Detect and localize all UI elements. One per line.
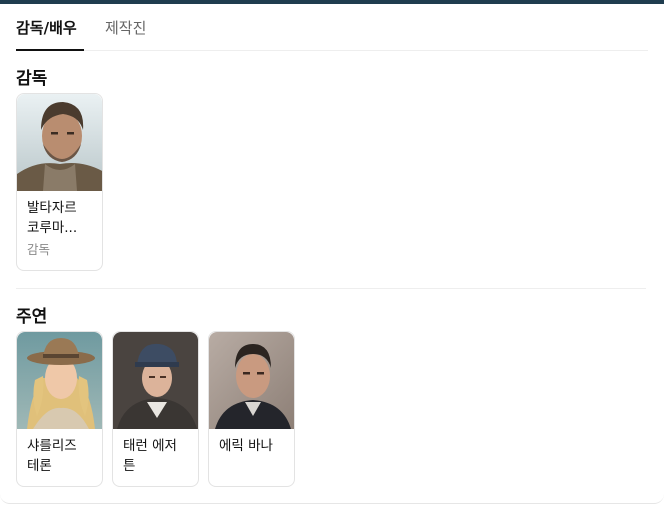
person-photo [113,332,198,429]
tab-bar: 감독/배우 제작진 [16,4,648,51]
tab-production-staff[interactable]: 제작진 [105,18,146,38]
actor-portrait-icon [209,332,294,429]
person-name-line1: 태런 에저 [123,438,177,454]
person-card-cast-3[interactable]: 에릭 바나 [208,331,295,487]
person-role: 감독 [27,242,51,257]
person-name-line1: 샤를리즈 [27,438,77,454]
person-name-line1: 발타자르 [27,200,77,216]
person-name-line2: 코루마... [27,220,78,236]
person-name-line1: 에릭 바나 [219,438,273,454]
person-photo [209,332,294,429]
person-photo [17,332,102,429]
actor-portrait-icon [17,332,102,429]
actor-portrait-icon [113,332,198,429]
section-title-cast: 주연 [16,307,48,327]
tab-director-actors[interactable]: 감독/배우 [16,18,77,38]
person-photo [17,94,102,191]
person-card-cast-1[interactable]: 샤를리즈 테론 [16,331,103,487]
section-divider [16,288,646,289]
person-card-director[interactable]: 발타자르 코루마... 감독 [16,93,103,271]
person-name-line2: 튼 [123,458,136,474]
section-title-director: 감독 [16,69,48,89]
person-card-cast-2[interactable]: 태런 에저 튼 [112,331,199,487]
cast-crew-panel: 감독/배우 제작진 감독 발타자르 코루마... 감독 주연 샤를리즈 테론 태… [0,4,664,504]
active-tab-indicator [16,49,84,51]
person-name-line2: 테론 [27,458,52,474]
director-portrait-icon [17,94,102,191]
